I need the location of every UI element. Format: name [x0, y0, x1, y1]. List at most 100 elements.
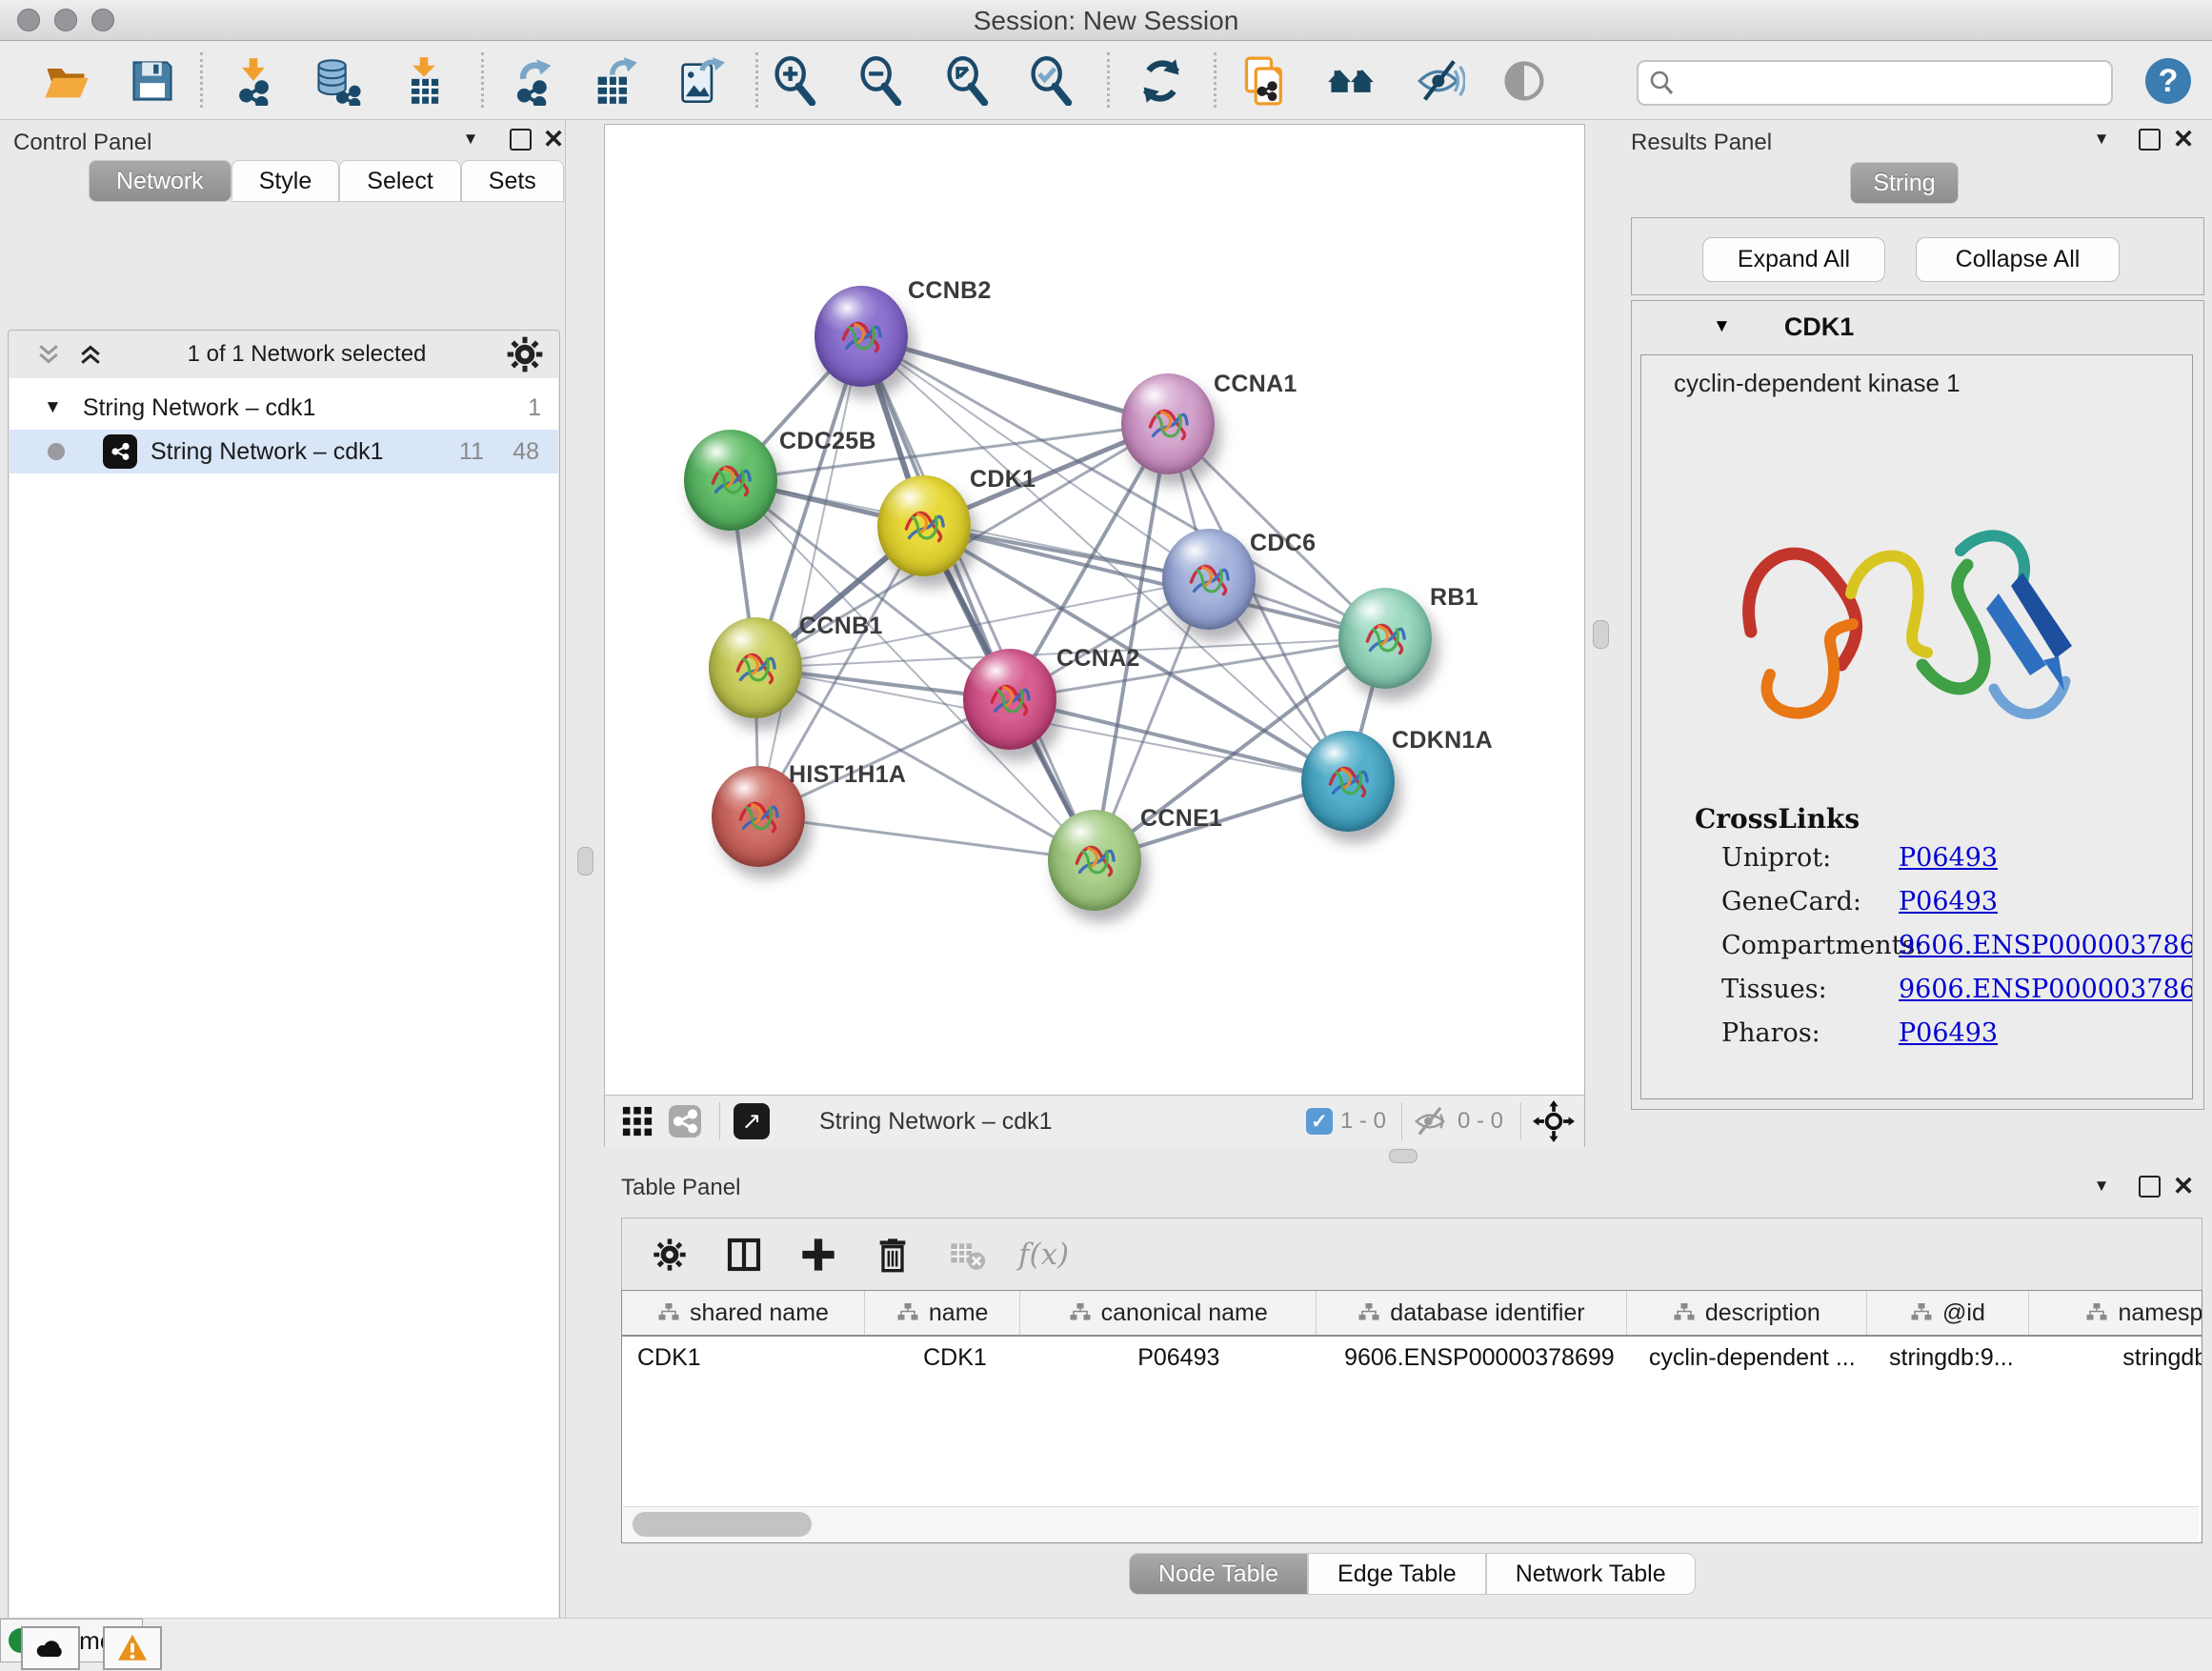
selected-nodes-checkbox-icon[interactable]: ✓: [1306, 1108, 1333, 1135]
graphics-details-icon[interactable]: [1414, 54, 1467, 108]
panel-close-icon[interactable]: ✕: [2168, 120, 2199, 158]
collection-name: String Network – cdk1: [83, 394, 316, 422]
column-header--id[interactable]: @id: [1867, 1291, 2029, 1335]
panel-menu-caret-icon[interactable]: ▼: [455, 120, 486, 158]
collapse-all-button[interactable]: Collapse All: [1916, 237, 2120, 282]
zoom-in-icon[interactable]: [768, 54, 821, 108]
crosslink-link[interactable]: P06493: [1899, 887, 1998, 916]
panel-float-icon[interactable]: [2134, 120, 2164, 158]
column-header-label: database identifier: [1390, 1299, 1584, 1327]
show-columns-icon[interactable]: [717, 1228, 771, 1281]
table-cell[interactable]: CDK1: [878, 1337, 1033, 1379]
open-session-icon[interactable]: [40, 54, 93, 108]
panel-menu-caret-icon[interactable]: ▼: [2086, 1167, 2117, 1205]
birds-eye-icon[interactable]: [1498, 54, 1551, 108]
network-options-gear-icon[interactable]: [504, 333, 546, 375]
column-header-namespace[interactable]: namespace: [2029, 1291, 2202, 1335]
panel-menu-caret-icon[interactable]: ▼: [2086, 120, 2117, 158]
open-in-new-window-icon[interactable]: ↗: [734, 1103, 770, 1139]
collapse-all-tree-icon[interactable]: [30, 335, 68, 373]
export-image-icon[interactable]: [674, 54, 727, 108]
hidden-eye-icon[interactable]: [1410, 1101, 1450, 1141]
panel-float-icon[interactable]: [505, 120, 535, 158]
add-column-icon[interactable]: [792, 1228, 845, 1281]
tab-node-table[interactable]: Node Table: [1129, 1553, 1308, 1595]
import-network-file-icon[interactable]: [227, 54, 280, 108]
search-input[interactable]: [1677, 65, 2111, 101]
section-collapse-caret-icon[interactable]: ▼: [1713, 316, 1731, 337]
function-builder-icon[interactable]: f(x): [1018, 1238, 1069, 1272]
help-icon[interactable]: ?: [2145, 58, 2191, 104]
cloud-status-button[interactable]: [21, 1626, 80, 1670]
delete-table-icon[interactable]: [940, 1228, 994, 1281]
table-row[interactable]: CDK1CDK1P064939606.ENSP00000378699cyclin…: [622, 1337, 2202, 1379]
tab-network[interactable]: Network: [89, 160, 231, 202]
crosslink-link[interactable]: P06493: [1899, 1018, 1998, 1048]
right-splitter-handle[interactable]: [1593, 620, 1609, 649]
protein-header[interactable]: ▼ CDK1: [1632, 301, 2203, 352]
column-header-shared-name[interactable]: shared name: [622, 1291, 865, 1335]
network-node-ccnb2[interactable]: [814, 286, 908, 387]
table-cell[interactable]: stringdb: [2032, 1337, 2202, 1379]
panel-float-icon[interactable]: [2134, 1167, 2164, 1205]
zoom-out-icon[interactable]: [854, 54, 907, 108]
tree-expand-caret-icon[interactable]: ▼: [44, 397, 62, 418]
tab-edge-table[interactable]: Edge Table: [1308, 1553, 1486, 1595]
crosslink-link[interactable]: 9606.ENSP00000378699: [1899, 931, 2193, 960]
duplicate-network-icon[interactable]: [1238, 54, 1292, 108]
network-node-cdc6[interactable]: [1162, 529, 1256, 630]
network-row[interactable]: String Network – cdk1 11 48: [10, 430, 558, 473]
crosslink-row: GeneCard:P06493: [1641, 887, 2192, 931]
tab-sets[interactable]: Sets: [461, 160, 564, 202]
network-node-rb1[interactable]: [1338, 588, 1432, 689]
table-options-gear-icon[interactable]: [643, 1228, 696, 1281]
zoom-fit-icon[interactable]: [940, 54, 994, 108]
houses-icon[interactable]: [1324, 54, 1377, 108]
bottom-splitter-handle[interactable]: [1389, 1149, 1418, 1163]
crosslink-link[interactable]: 9606.ENSP00000378699: [1899, 975, 2193, 1004]
network-node-cdkn1a[interactable]: [1301, 731, 1395, 832]
horizontal-scrollbar[interactable]: [623, 1506, 2199, 1541]
save-session-icon[interactable]: [126, 54, 179, 108]
export-table-icon[interactable]: [588, 54, 641, 108]
table-cell[interactable]: cyclin-dependent ...: [1633, 1337, 1871, 1379]
refresh-view-icon[interactable]: [1135, 54, 1188, 108]
network-node-ccna2[interactable]: [963, 649, 1056, 750]
network-node-ccnb1[interactable]: [709, 617, 802, 718]
import-table-file-icon[interactable]: [397, 54, 451, 108]
zoom-selected-icon[interactable]: [1024, 54, 1077, 108]
column-header-description[interactable]: description: [1627, 1291, 1867, 1335]
table-cell[interactable]: P06493: [1032, 1337, 1325, 1379]
tab-select[interactable]: Select: [339, 160, 460, 202]
scrollbar-thumb[interactable]: [633, 1512, 812, 1537]
column-header-database-identifier[interactable]: database identifier: [1317, 1291, 1627, 1335]
export-network-icon[interactable]: [507, 54, 560, 108]
expand-all-tree-icon[interactable]: [71, 335, 110, 373]
table-cell[interactable]: 9606.ENSP00000378699: [1325, 1337, 1633, 1379]
move-crosshair-icon[interactable]: [1531, 1098, 1577, 1144]
column-header-name[interactable]: name: [865, 1291, 1020, 1335]
table-cell[interactable]: CDK1: [622, 1337, 878, 1379]
column-header-canonical-name[interactable]: canonical name: [1020, 1291, 1317, 1335]
network-node-ccna1[interactable]: [1121, 373, 1215, 474]
network-view-container: CCNB2CCNA1CDC25BCDK1CDC6RB1CCNB1CCNA2CDK…: [604, 124, 1585, 1147]
network-node-cdk1[interactable]: [877, 475, 971, 576]
panel-close-icon[interactable]: ✕: [538, 120, 569, 158]
delete-column-trash-icon[interactable]: [866, 1228, 919, 1281]
network-node-cdc25b[interactable]: [684, 430, 777, 531]
network-canvas[interactable]: CCNB2CCNA1CDC25BCDK1CDC6RB1CCNB1CCNA2CDK…: [605, 125, 1584, 1095]
table-cell[interactable]: stringdb:9...: [1871, 1337, 2031, 1379]
grid-view-icon[interactable]: [616, 1100, 658, 1142]
crosslink-link[interactable]: P06493: [1899, 843, 1998, 873]
tab-string[interactable]: String: [1850, 162, 1959, 204]
tab-network-table[interactable]: Network Table: [1486, 1553, 1696, 1595]
panel-close-icon[interactable]: ✕: [2168, 1167, 2199, 1205]
left-splitter-handle[interactable]: [577, 847, 593, 876]
share-view-icon[interactable]: [664, 1100, 706, 1142]
warning-status-button[interactable]: [103, 1626, 162, 1670]
network-node-ccne1[interactable]: [1048, 810, 1141, 911]
tab-style[interactable]: Style: [231, 160, 340, 202]
network-collection-row[interactable]: ▼ String Network – cdk1 1: [10, 386, 558, 430]
expand-all-button[interactable]: Expand All: [1702, 237, 1885, 282]
import-network-database-icon[interactable]: [311, 54, 364, 108]
